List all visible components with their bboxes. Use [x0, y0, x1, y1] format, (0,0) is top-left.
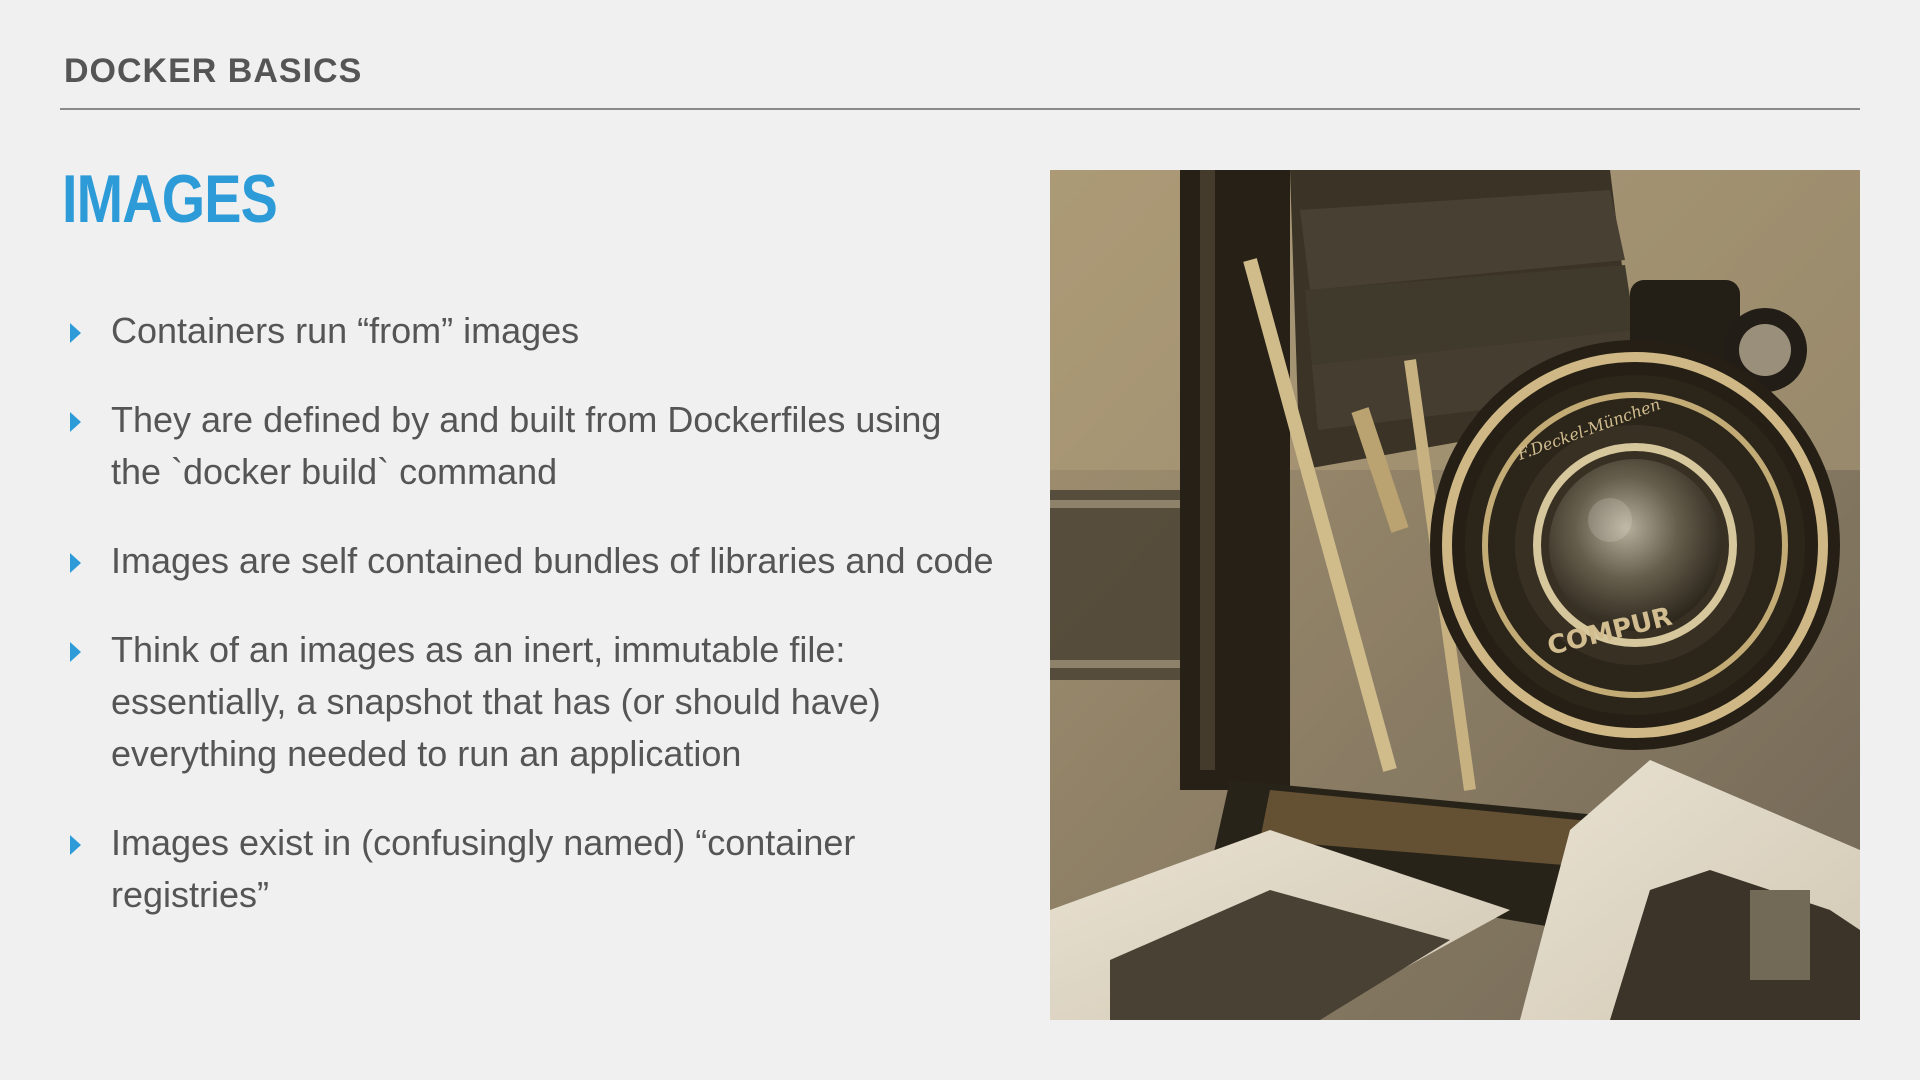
bullet-text: Think of an images as an inert, immutabl…	[111, 629, 881, 774]
bullet-arrow-icon	[70, 642, 81, 662]
header-divider	[60, 108, 1860, 110]
bullet-item: They are defined by and built from Docke…	[64, 394, 994, 498]
slide-title: IMAGES	[62, 161, 278, 237]
bullet-item: Think of an images as an inert, immutabl…	[64, 624, 994, 780]
bullet-item: Images are self contained bundles of lib…	[64, 535, 994, 587]
vintage-camera-photo: F.Deckel-München COMPUR	[1050, 170, 1860, 1020]
section-header: DOCKER BASICS	[64, 52, 363, 90]
bullet-text: Images are self contained bundles of lib…	[111, 540, 994, 581]
bullet-arrow-icon	[70, 323, 81, 343]
bullet-list: Containers run “from” images They are de…	[64, 305, 994, 958]
bullet-item: Containers run “from” images	[64, 305, 994, 357]
bullet-arrow-icon	[70, 553, 81, 573]
bullet-text: Containers run “from” images	[111, 310, 580, 351]
bullet-arrow-icon	[70, 835, 81, 855]
camera-illustration: F.Deckel-München COMPUR	[1050, 170, 1860, 1020]
bullet-text: Images exist in (confusingly named) “con…	[111, 822, 856, 915]
bullet-item: Images exist in (confusingly named) “con…	[64, 817, 994, 921]
bullet-text: They are defined by and built from Docke…	[111, 399, 942, 492]
bullet-arrow-icon	[70, 412, 81, 432]
